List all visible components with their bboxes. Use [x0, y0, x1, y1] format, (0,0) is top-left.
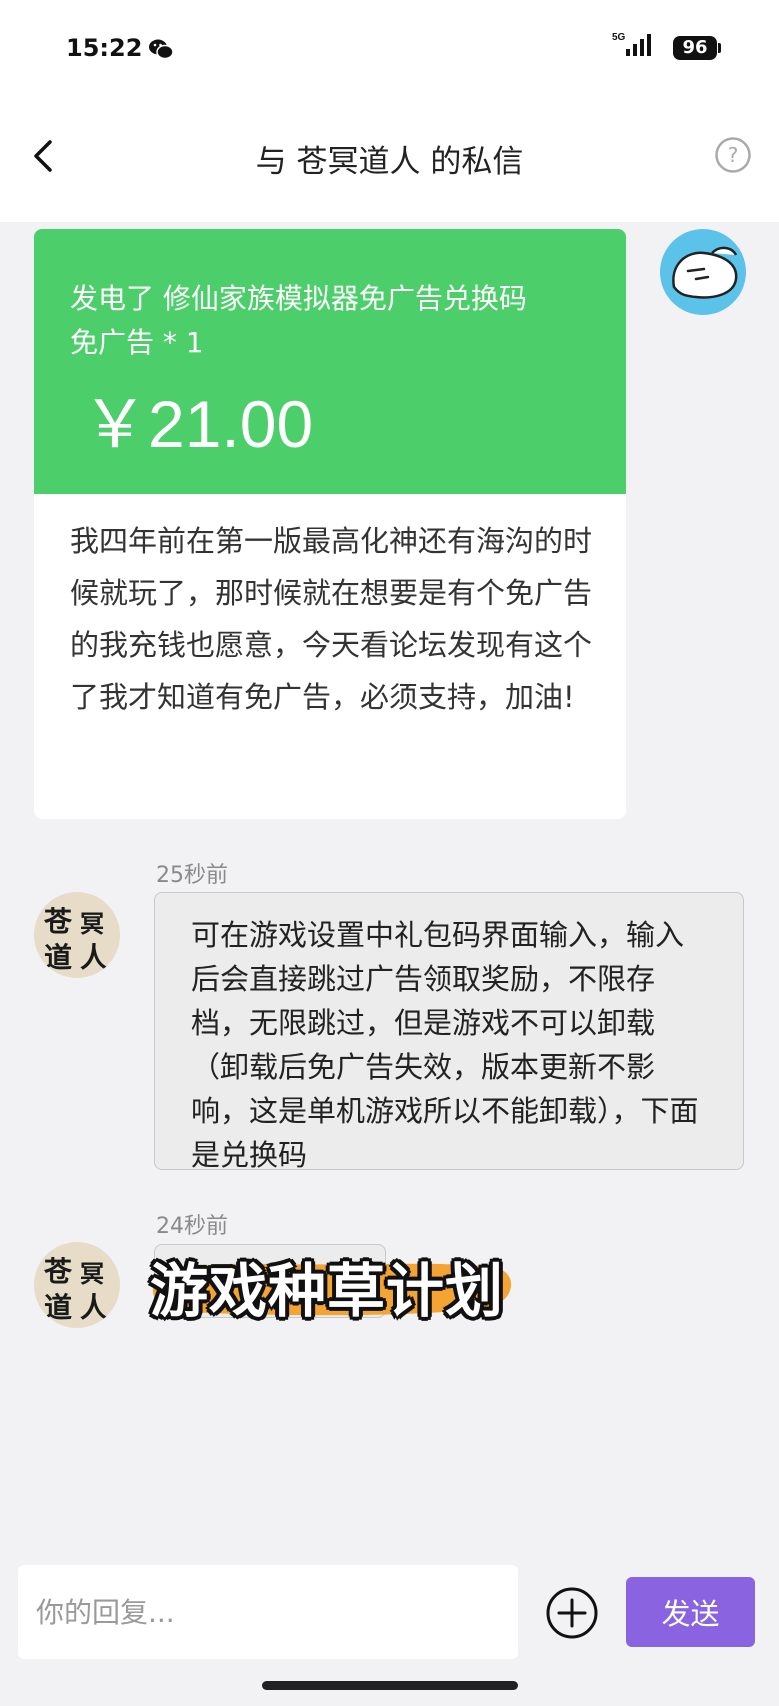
- gift-message: 我四年前在第一版最高化神还有海沟的时候就玩了，那时候就在想要是有个免广告的我充钱…: [70, 524, 593, 714]
- user-avatar[interactable]: [660, 229, 746, 315]
- sender-avatar[interactable]: 苍 冥 道 人: [34, 892, 120, 978]
- avatar-char: 苍: [44, 1255, 73, 1288]
- send-button[interactable]: 发送: [626, 1577, 755, 1647]
- gift-item: 免广告 * 1: [70, 326, 204, 359]
- gift-title: 发电了 修仙家族模拟器免广告兑换码: [70, 282, 527, 315]
- watermark-text: 游戏种草计划: [150, 1257, 505, 1325]
- status-bar: 15:22 5G 96: [0, 0, 779, 100]
- battery-tip: [718, 43, 721, 53]
- gift-card-header: 发电了 修仙家族模拟器免广告兑换码 免广告 * 1 ￥21.00: [34, 229, 626, 494]
- message-bubble[interactable]: 可在游戏设置中礼包码界面输入，输入后会直接跳过广告领取奖励，不限存档，无限跳过，…: [154, 892, 744, 1172]
- message-text: 可在游戏设置中礼包码界面输入，输入后会直接跳过广告领取奖励，不限存档，无限跳过，…: [191, 918, 699, 1172]
- network-label: 5G: [612, 32, 626, 43]
- sender-avatar[interactable]: 苍 冥 道 人: [34, 1242, 120, 1328]
- svg-text:?: ?: [728, 143, 739, 167]
- composer: 发送: [0, 1560, 779, 1706]
- plus-icon[interactable]: [544, 1585, 600, 1641]
- avatar-char: 冥: [80, 909, 104, 938]
- avatar-char: 道: [44, 941, 73, 974]
- avatar-char: 人: [80, 1291, 109, 1324]
- wechat-icon: [149, 39, 174, 60]
- avatar-char: 苍: [44, 905, 73, 938]
- status-time: 15:22: [66, 34, 143, 62]
- avatar-char: 冥: [80, 1259, 104, 1288]
- battery-indicator: 96: [673, 36, 717, 60]
- home-indicator: [262, 1681, 518, 1690]
- message-timestamp: 25秒前: [156, 863, 228, 888]
- avatar-char: 道: [44, 1291, 73, 1324]
- gift-price: ￥21.00: [82, 387, 314, 461]
- ghost-avatar-icon: [672, 246, 738, 299]
- avatar-char: 人: [80, 941, 109, 974]
- message-timestamp: 24秒前: [156, 1214, 228, 1239]
- reply-input[interactable]: [18, 1565, 518, 1659]
- nav-bar: 与 苍冥道人 的私信 ?: [0, 100, 779, 222]
- page-title: 与 苍冥道人 的私信: [255, 144, 524, 180]
- signal-icon: 5G: [612, 32, 651, 56]
- gift-card[interactable]: 发电了 修仙家族模拟器免广告兑换码 免广告 * 1 ￥21.00 我四年前在第一…: [34, 229, 626, 819]
- help-icon[interactable]: ?: [714, 136, 752, 174]
